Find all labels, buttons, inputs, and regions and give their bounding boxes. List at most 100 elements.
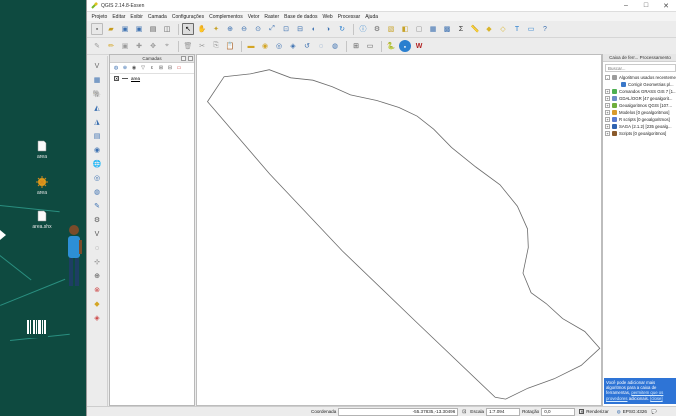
maximize-button[interactable]: □ (636, 2, 656, 10)
annotation-icon[interactable]: ▭ (525, 23, 537, 35)
zoom-in-icon[interactable]: ⊕ (224, 23, 236, 35)
desktop-file-area[interactable]: area (28, 140, 56, 160)
rotation-field[interactable]: 0,0 (541, 407, 576, 416)
add-wfs-icon[interactable]: ◍ (91, 186, 104, 198)
expand-toggle-icon[interactable]: + (605, 117, 610, 122)
add-mssql-icon[interactable]: ◮ (91, 116, 104, 128)
layer-style-icon[interactable]: ◍ (112, 64, 120, 72)
zoom-out-icon[interactable]: ⊖ (238, 23, 250, 35)
scale-field[interactable]: 1:7.094 (486, 407, 521, 416)
menu-vetor[interactable]: Vetor (245, 14, 262, 20)
processing-tree-item[interactable]: + R scripts [0 geoalgoritmos] (603, 116, 676, 123)
composer-manager-icon[interactable]: ◫ (161, 23, 173, 35)
new-gpx-icon[interactable]: ⊕ (91, 270, 104, 282)
save-edits-icon[interactable]: ▣ (119, 40, 131, 52)
select-by-value-icon[interactable]: ◧ (399, 23, 411, 35)
desktop-file-area-shp[interactable]: area (28, 176, 56, 196)
field-calculator-icon[interactable]: ▩ (441, 23, 453, 35)
layer-item-area[interactable]: ✕ area (110, 74, 194, 83)
manage-visibility-icon[interactable]: ◉ (130, 64, 138, 72)
web-service-icon[interactable]: ● (399, 40, 411, 52)
add-group-icon[interactable]: ⊕ (121, 64, 129, 72)
pan-to-selection-icon[interactable]: ✦ (210, 23, 222, 35)
expand-toggle-icon[interactable]: + (605, 131, 610, 136)
menu-raster[interactable]: Raster (262, 14, 282, 20)
menu-projeto[interactable]: Projeto (89, 14, 110, 20)
remove-layer-icon[interactable]: ⊗ (91, 284, 104, 296)
desktop-file-area-shx[interactable]: area.shx (28, 210, 56, 230)
zoom-full-icon[interactable]: ⤢ (266, 23, 278, 35)
toggle-editing-icon[interactable]: ✏ (105, 40, 117, 52)
expand-toggle-icon[interactable]: - (605, 75, 610, 80)
copy-features-icon[interactable]: ⎘ (210, 40, 222, 52)
minimize-button[interactable]: – (616, 2, 636, 10)
processing-tree-item[interactable]: + Comandos GRASS GIS 7 [1... (603, 88, 676, 95)
zoom-next-icon[interactable]: ◑ (322, 23, 334, 35)
add-wcs-icon[interactable]: ◎ (91, 172, 104, 184)
expand-toggle-icon[interactable]: + (605, 103, 610, 108)
new-temp-layer-icon[interactable]: ⊹ (91, 256, 104, 268)
new-spatialite-icon[interactable]: ◌ (91, 242, 104, 254)
attribute-table-icon[interactable]: ▦ (427, 23, 439, 35)
new-shapefile-icon[interactable]: V (91, 228, 104, 240)
menu-base-de-dados[interactable]: Base de dados (282, 14, 320, 20)
open-project-icon[interactable]: ▰ (105, 23, 117, 35)
action-icon[interactable]: ⚙ (371, 23, 383, 35)
new-project-icon[interactable]: ▫ (91, 23, 103, 35)
add-spatialite-icon[interactable]: ◭ (91, 102, 104, 114)
add-raster-layer-icon[interactable]: ▦ (91, 74, 104, 86)
label-pin-icon[interactable]: ◉ (259, 40, 271, 52)
label-move-icon[interactable]: ◈ (287, 40, 299, 52)
expand-toggle-icon[interactable] (614, 82, 619, 87)
add-virtual-layer-icon[interactable]: ⚙ (91, 214, 104, 226)
processing-tree-item[interactable]: + Geoalgoritmos QGIS [107... (603, 102, 676, 109)
remove-layer-icon[interactable]: ▭ (175, 64, 183, 72)
add-db2-icon[interactable]: ▤ (91, 130, 104, 142)
print-composer-icon[interactable]: ▤ (147, 23, 159, 35)
menu-exibir[interactable]: Exibir (128, 14, 146, 20)
render-checkbox[interactable]: ✕ (579, 409, 585, 414)
bookmark-icon[interactable]: ◇ (497, 23, 509, 35)
label-change-icon[interactable]: ◌ (315, 40, 327, 52)
processing-tree-item[interactable]: - Algoritmos usados recentemente (603, 74, 676, 81)
menu-ajuda[interactable]: Ajuda (363, 14, 381, 20)
menu-camada[interactable]: Camada (145, 14, 169, 20)
touch-zoom-icon[interactable]: ↖ (182, 23, 194, 35)
processing-tree-item[interactable]: Corrigir Geometrias pl... (603, 81, 676, 88)
delete-icon[interactable]: ◈ (91, 312, 104, 324)
filter-legend-icon[interactable]: ▽ (139, 64, 147, 72)
georeferencer-icon[interactable]: ⊞ (350, 40, 362, 52)
map-tips-icon[interactable]: ◆ (483, 23, 495, 35)
menu-web[interactable]: Web (320, 14, 335, 20)
add-vector-layer-icon[interactable]: V (91, 60, 104, 72)
add-oracle-icon[interactable]: ◉ (91, 144, 104, 156)
move-feature-icon[interactable]: ✥ (147, 40, 159, 52)
messages-icon[interactable]: 💬 (651, 409, 657, 415)
expand-toggle-icon[interactable]: + (605, 124, 610, 129)
pin-icon[interactable]: ◆ (91, 298, 104, 310)
wkt-icon[interactable]: W (413, 40, 425, 52)
close-button[interactable]: ✕ (656, 2, 676, 10)
help-icon[interactable]: ? (539, 23, 551, 35)
menu-complementos[interactable]: Complementos (207, 14, 246, 20)
add-delimited-text-icon[interactable]: ✎ (91, 200, 104, 212)
layer-visibility-checkbox[interactable]: ✕ (114, 76, 119, 81)
expand-all-icon[interactable]: ⊞ (157, 64, 165, 72)
label-highlight-icon[interactable]: ◎ (273, 40, 285, 52)
measure-icon[interactable]: 📏 (469, 23, 481, 35)
text-annotation-icon[interactable]: T (511, 23, 523, 35)
crs-status[interactable]: EPSG:4326 (623, 409, 647, 414)
delete-selected-icon[interactable]: 🗑 (182, 40, 194, 52)
cut-features-icon[interactable]: ✂ (196, 40, 208, 52)
processing-tree-item[interactable]: + GDAL/OGR [47 geoalgorit... (603, 95, 676, 102)
menu-editar[interactable]: Editar (110, 14, 128, 20)
select-features-icon[interactable]: ▧ (385, 23, 397, 35)
filter-expression-icon[interactable]: ε (148, 64, 156, 72)
refresh-icon[interactable]: ↻ (336, 23, 348, 35)
zoom-selection-icon[interactable]: ⊡ (280, 23, 292, 35)
add-wms-icon[interactable]: 🌐 (91, 158, 104, 170)
expand-toggle-icon[interactable]: + (605, 110, 610, 115)
save-as-icon[interactable]: ▣ (133, 23, 145, 35)
processing-tree-item[interactable]: + Modelos [0 geoalgoritmos] (603, 109, 676, 116)
add-feature-icon[interactable]: ✚ (133, 40, 145, 52)
